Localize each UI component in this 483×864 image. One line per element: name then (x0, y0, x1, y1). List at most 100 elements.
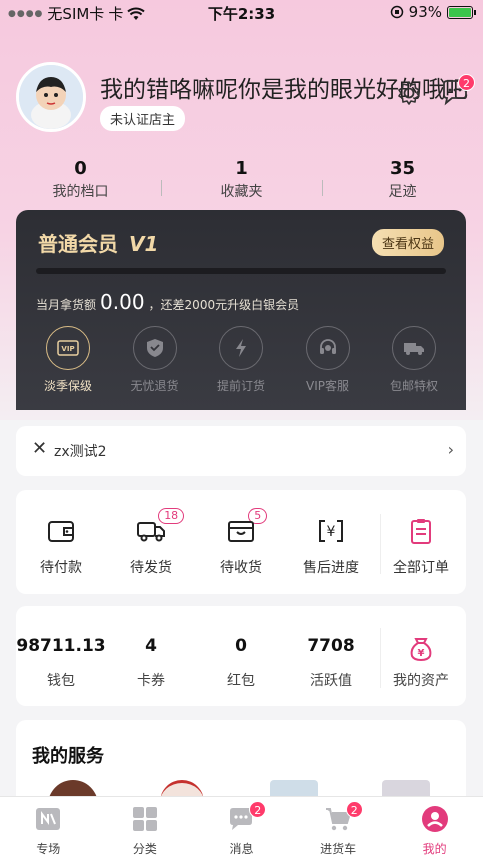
perk-label: 提前订货 (216, 379, 265, 393)
headset-icon (305, 326, 350, 370)
order-label: 待收货 (220, 560, 262, 576)
perk-vip-service[interactable]: VIP客服 (288, 326, 368, 394)
order-label: 待付款 (40, 560, 82, 576)
lightning-icon (219, 326, 263, 370)
asset-value: 98711.13 (16, 636, 106, 656)
vip-perks: VIP 淡季保级 无忧退货 提前订货 VIP客服 包邮特权 (28, 326, 454, 394)
vip-card-icon: VIP (46, 326, 90, 370)
svg-text:¥: ¥ (418, 648, 425, 659)
asset-red-packets[interactable]: 0 红包 (196, 606, 286, 706)
asset-value: 7708 (307, 636, 355, 656)
cert-badge[interactable]: 未认证店主 (100, 106, 186, 131)
perk-free-shipping[interactable]: 包邮特权 (374, 326, 454, 394)
orders-panel: 待付款 18 待发货 5 待收货 ¥ 售后进度 全部订单 (16, 490, 466, 594)
tab-label: 专场 (36, 842, 61, 856)
vip-level-mark: V1 (128, 232, 159, 256)
svg-text:¥: ¥ (327, 524, 336, 540)
asset-value: 4 (145, 636, 157, 656)
asset-wallet[interactable]: 98711.13 钱包 (16, 606, 106, 706)
yuan-service-icon: ¥ (316, 518, 346, 544)
vip-title-text: 普通会员 (38, 232, 118, 256)
vip-month-label: 当月拿货额 (36, 298, 97, 312)
stat-my-stall[interactable]: 0 我的档口 (0, 158, 161, 201)
order-label: 全部订单 (393, 560, 449, 576)
status-right: 93% (390, 3, 476, 21)
asset-activity[interactable]: 7708 活跃值 (286, 606, 376, 706)
shop-name: zx测试2 (54, 444, 107, 460)
perk-label: VIP客服 (306, 379, 349, 393)
tab-mine[interactable]: 我的 (386, 797, 483, 864)
assets-divider (380, 628, 381, 688)
stat-label: 收藏夹 (220, 184, 263, 200)
stat-value: 35 (389, 158, 416, 179)
battery-percent: 93% (408, 3, 442, 21)
tab-label: 我的 (422, 842, 447, 856)
perk-label: 淡季保级 (43, 379, 92, 393)
yuan-bag-icon: ¥ (376, 636, 466, 662)
perk-label: 无忧退货 (130, 379, 179, 393)
message-button[interactable]: 2 (440, 74, 475, 108)
stat-footprints[interactable]: 35 足迹 (322, 158, 483, 201)
profile-header: 我的错咯嘛呢你是我的眼光好的哦吧 未认证店主 2 (16, 62, 483, 132)
bottom-tab-bar: 专场 分类 2 消息 2 进货车 我的 (0, 796, 483, 864)
shield-icon (132, 326, 177, 370)
order-after-sales[interactable]: ¥ 售后进度 (286, 490, 376, 594)
stat-favorites[interactable]: 1 收藏夹 (161, 158, 322, 201)
vip-progress-text: 当月拿货额 0.00 ，还差2000元升级白银会员 (36, 290, 299, 314)
services-title: 我的服务 (32, 746, 104, 767)
delivery-truck-icon (136, 518, 166, 544)
stat-label: 足迹 (388, 184, 417, 200)
tab-label: 消息 (229, 842, 254, 856)
order-pending-payment[interactable]: 待付款 (16, 490, 106, 594)
status-bar: ●●●● 无SIM卡 卡 下午2:33 93% (0, 0, 483, 26)
asset-label: 活跃值 (310, 673, 352, 689)
vip-progress-bar (36, 268, 446, 274)
tab-label: 进货车 (320, 842, 357, 856)
battery-icon (447, 5, 476, 19)
close-icon[interactable]: ✕ (32, 438, 47, 459)
tab-cart[interactable]: 2 进货车 (290, 797, 387, 864)
asset-label: 钱包 (47, 673, 75, 689)
tab-category[interactable]: 分类 (97, 797, 194, 864)
profile-icon (421, 805, 449, 833)
asset-label: 卡券 (137, 673, 165, 689)
grid-icon (131, 805, 159, 833)
order-all[interactable]: 全部订单 (376, 490, 466, 594)
perk-returns[interactable]: 无忧退货 (115, 326, 195, 394)
asset-label: 我的资产 (393, 673, 449, 689)
asset-value: 0 (235, 636, 247, 656)
tab-badge: 2 (249, 801, 267, 818)
vip-title: 普通会员 V1 (38, 228, 158, 257)
perk-off-season[interactable]: VIP 淡季保级 (28, 326, 108, 394)
message-badge: 2 (458, 74, 475, 91)
asset-coupons[interactable]: 4 卡券 (106, 606, 196, 706)
tab-badge: 2 (345, 801, 363, 818)
truck-icon (392, 326, 436, 370)
clipboard-icon (406, 518, 436, 544)
stat-value: 0 (74, 158, 87, 179)
perk-preorder[interactable]: 提前订货 (201, 326, 281, 394)
special-icon (34, 805, 62, 833)
asset-label: 红包 (227, 673, 255, 689)
nickname: 我的错咯嘛呢你是我的眼光好的哦吧 (100, 77, 468, 103)
svg-text:VIP: VIP (61, 345, 74, 353)
order-pending-shipment[interactable]: 18 待发货 (106, 490, 196, 594)
box-icon (226, 518, 256, 544)
settings-gear-icon[interactable] (396, 80, 422, 106)
asset-my-assets[interactable]: ¥ 我的资产 (376, 606, 466, 706)
view-benefits-button[interactable]: 查看权益 (371, 229, 444, 256)
shop-switch-row[interactable]: ✕ zx测试2 › (16, 426, 466, 476)
vip-card: 普通会员 V1 查看权益 当月拿货额 0.00 ，还差2000元升级白银会员 V… (16, 210, 466, 410)
avatar[interactable] (16, 62, 86, 132)
tab-special[interactable]: 专场 (0, 797, 97, 864)
tab-label: 分类 (132, 842, 157, 856)
profile-stats: 0 我的档口 1 收藏夹 35 足迹 (0, 158, 483, 201)
perk-label: 包邮特权 (389, 379, 438, 393)
vip-month-amount: 0.00 (100, 290, 145, 314)
avatar-image (19, 65, 83, 129)
stat-label: 我的档口 (52, 184, 109, 200)
wallet-icon (46, 518, 76, 544)
tab-messages[interactable]: 2 消息 (193, 797, 290, 864)
order-pending-receipt[interactable]: 5 待收货 (196, 490, 286, 594)
order-label: 售后进度 (303, 560, 359, 576)
